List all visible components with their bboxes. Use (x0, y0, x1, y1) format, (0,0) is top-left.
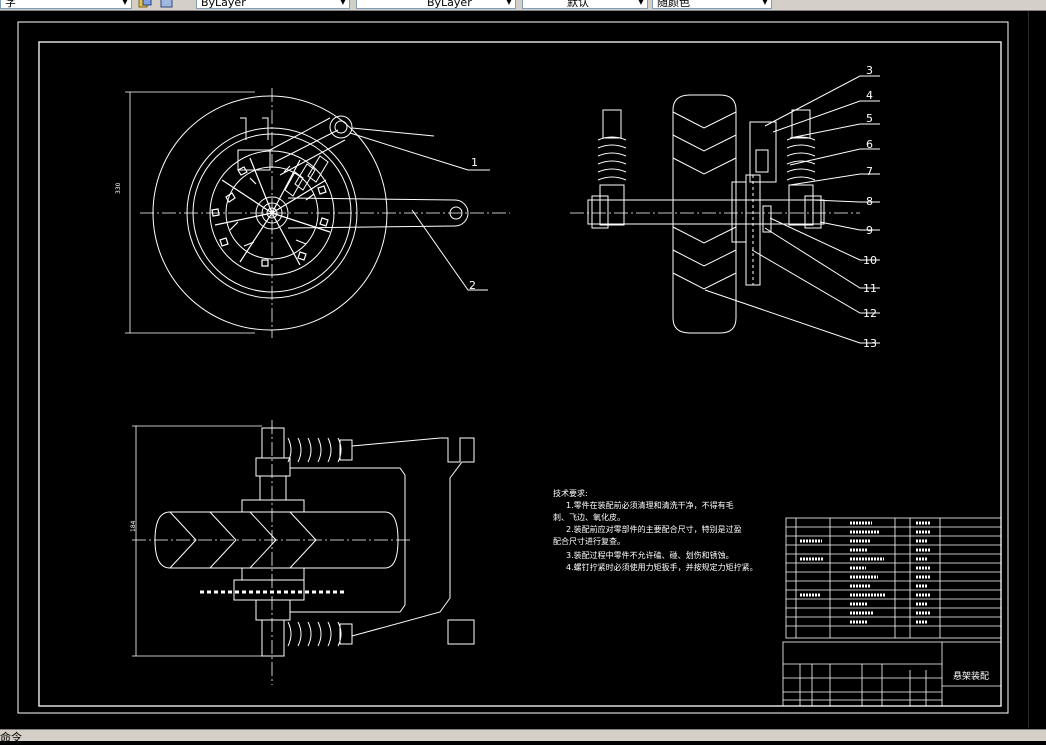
balloon-3: 3 (866, 64, 873, 77)
cad-drawing[interactable]: 330 1 2 3 4 5 6 7 8 9 10 11 12 13 184 技术… (0, 11, 1027, 728)
text-style-dropdown[interactable]: 字 ▼ (0, 0, 132, 9)
lineweight-value: ByLayer (427, 0, 472, 9)
chevron-down-icon: ▼ (122, 0, 128, 6)
properties-toolbar: 字 ▼ ByLayer ▼ ByLayer ▼ 默认 ▼ 随颜色 ▼ (0, 0, 1046, 11)
balloon-5: 5 (866, 112, 873, 125)
balloon-4: 4 (866, 89, 873, 102)
command-prompt: 命令 (0, 731, 22, 744)
color-value: 随颜色 (657, 0, 690, 9)
front-view (125, 88, 510, 338)
balloon-13: 13 (863, 337, 877, 350)
lineweight-dropdown[interactable]: ByLayer ▼ (356, 0, 516, 9)
layer-previous-icon[interactable] (160, 0, 174, 9)
text-style-value: 字 (5, 0, 16, 9)
balloon-2: 2 (469, 279, 476, 292)
balloon-10: 10 (863, 254, 877, 267)
sheet-border (17, 21, 1009, 714)
layer-manager-icon[interactable] (138, 0, 152, 9)
note-line-6: 4.螺钉拧紧时必须使用力矩扳手，并按规定力矩拧紧。 (566, 562, 758, 572)
balloon-7: 7 (866, 165, 873, 178)
title-block-name: 悬架装配 (953, 670, 989, 682)
linetype-dropdown[interactable]: ByLayer ▼ (196, 0, 350, 9)
command-line[interactable]: 命令 (0, 729, 1046, 744)
notes-title: 技术要求: (553, 488, 588, 498)
note-line-1: 1.零件在装配前必须清理和清洗干净，不得有毛 (566, 500, 734, 510)
dimension-diameter: 330 (115, 182, 122, 194)
balloon-9: 9 (866, 224, 873, 237)
chevron-down-icon: ▼ (638, 0, 644, 6)
chevron-down-icon: ▼ (340, 0, 346, 6)
balloon-8: 8 (866, 195, 873, 208)
vertical-scrollbar[interactable] (1028, 11, 1046, 728)
linetype-value: ByLayer (201, 0, 246, 9)
plotstyle-dropdown[interactable]: 默认 ▼ (522, 0, 648, 9)
chevron-down-icon: ▼ (506, 0, 512, 6)
side-view (570, 75, 880, 344)
plotstyle-value: 默认 (567, 0, 589, 9)
drawing-canvas[interactable]: 330 1 2 3 4 5 6 7 8 9 10 11 12 13 184 技术… (0, 11, 1027, 728)
drawing-frame (38, 41, 1002, 707)
top-view (132, 420, 475, 685)
balloon-12: 12 (863, 307, 877, 320)
color-dropdown[interactable]: 随颜色 ▼ (652, 0, 772, 9)
dimension-height: 184 (130, 520, 137, 532)
balloon-11: 11 (863, 282, 877, 295)
technical-notes: 技术要求: 1.零件在装配前必须清理和清洗干净，不得有毛 刺、飞边、氧化皮。 2… (553, 488, 758, 572)
note-line-4: 配合尺寸进行复查。 (553, 536, 625, 546)
balloon-6: 6 (866, 138, 873, 151)
note-line-3: 2.装配前应对零部件的主要配合尺寸，特别是过盈 (566, 524, 742, 534)
balloon-1: 1 (471, 156, 478, 169)
parts-list (785, 517, 1002, 639)
note-line-2: 刺、飞边、氧化皮。 (553, 512, 625, 522)
chevron-down-icon: ▼ (762, 0, 768, 6)
note-line-5: 3.装配过程中零件不允许磕、碰、划伤和锈蚀。 (566, 550, 734, 560)
